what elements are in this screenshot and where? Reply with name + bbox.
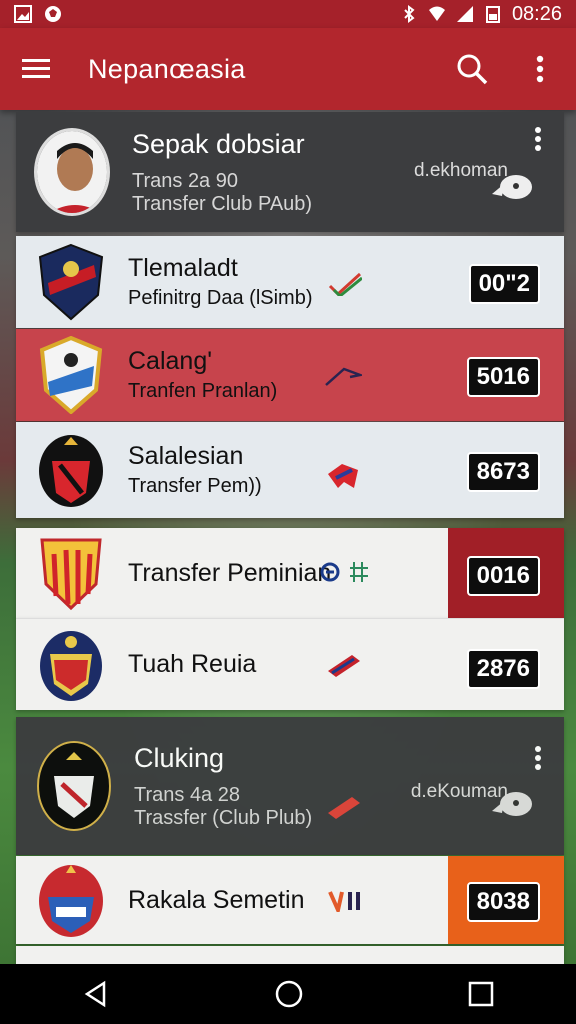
club-row[interactable]: Tuah Reuia 2876	[16, 618, 564, 710]
player-profile-card[interactable]: Sepak dobsiar Trans 2a 90 Transfer Club …	[16, 112, 564, 232]
app-title: Nepanœasia	[88, 53, 246, 84]
shield-stripe-icon	[328, 464, 358, 488]
overflow-menu-button[interactable]	[522, 51, 558, 87]
ball-icon	[492, 792, 532, 816]
menu-button[interactable]	[18, 51, 54, 87]
more-vert-icon	[536, 55, 544, 83]
club-name: Cluking	[134, 742, 225, 773]
hamburger-icon	[22, 59, 50, 78]
search-icon	[457, 54, 488, 85]
club-subtitle: Pefinitrg Daa (lSimb)	[128, 287, 313, 309]
club-line2: Trassfer (Club Plub)	[134, 806, 313, 829]
player-line2: Transfer Club PAub)	[132, 192, 313, 215]
recents-icon[interactable]	[468, 981, 494, 1007]
status-time: 08:26	[511, 2, 562, 25]
club-subtitle: Transfer Pem))	[128, 475, 262, 497]
ball-icon	[492, 175, 532, 199]
score-badge: 00"2	[468, 264, 540, 304]
player-name: Sepak dobsiar	[132, 128, 305, 159]
score-badge: 0016	[466, 556, 540, 596]
card-more-icon[interactable]	[534, 745, 542, 771]
club-profile-card[interactable]: Cluking Trans 4a 28 Trassfer (Club Plub)…	[16, 717, 564, 855]
battery-icon	[485, 6, 500, 23]
club-row[interactable]: Tlemaladt Pefinitrg Daa (lSimb) 00"2	[16, 236, 564, 328]
club-title: Tlemaladt	[128, 254, 238, 282]
player-line1: Trans 2a 90	[132, 169, 238, 192]
score-badge: 8038	[466, 882, 540, 922]
club-subtitle: Tranfen Pranlan)	[128, 380, 278, 402]
bluetooth-off-icon	[404, 5, 415, 23]
status-bar: 08:26	[0, 0, 576, 28]
club-title: Calang'	[128, 347, 212, 375]
club-crest-icon	[39, 336, 103, 414]
bar-stripe-icon	[328, 891, 360, 912]
club-title: Tuah Reuia	[128, 650, 257, 678]
club-row[interactable]: Transfer Peminian 0016	[16, 528, 564, 618]
signal-icon	[456, 6, 473, 22]
score-badge: 8673	[466, 452, 540, 492]
system-navigation-bar	[0, 964, 576, 1024]
club-row[interactable]: Rakala Semetin 8038	[16, 856, 564, 944]
wifi-icon	[428, 6, 445, 21]
stripe-arrow-icon	[328, 797, 360, 819]
club-title: Transfer Peminian	[128, 558, 332, 587]
gallery-notification-icon	[14, 5, 32, 23]
player-avatar	[34, 128, 110, 216]
sports-notification-icon	[45, 6, 61, 22]
club-row[interactable]: Calang' Tranfen Pranlan) 5016	[16, 329, 564, 421]
club-row[interactable]: Salalesian Transfer Pem)) 8673	[16, 422, 564, 518]
app-bar: Nepanœasia	[0, 28, 576, 110]
score-badge: 2876	[466, 649, 540, 689]
transfer-arrows-icon	[320, 562, 368, 582]
home-icon[interactable]	[274, 979, 304, 1009]
stripe-arrow-icon	[328, 655, 360, 677]
card-more-icon[interactable]	[534, 126, 542, 152]
club-title: Salalesian	[128, 442, 244, 470]
club-crest-icon	[39, 435, 103, 507]
club-crest-icon	[39, 865, 103, 937]
check-stripe-icon	[328, 272, 362, 296]
club-crest-icon	[40, 538, 102, 611]
back-icon[interactable]	[82, 980, 110, 1008]
arrow-swoosh-icon	[325, 367, 362, 386]
club-crest-icon	[37, 741, 111, 831]
search-button[interactable]	[454, 51, 490, 87]
club-crest-icon	[40, 630, 102, 701]
club-row-partial[interactable]	[16, 946, 564, 964]
club-crest-icon	[38, 243, 104, 321]
score-badge: 5016	[466, 357, 540, 397]
club-title: Rakala Semetin	[128, 885, 305, 914]
club-line1: Trans 4a 28	[134, 783, 240, 806]
